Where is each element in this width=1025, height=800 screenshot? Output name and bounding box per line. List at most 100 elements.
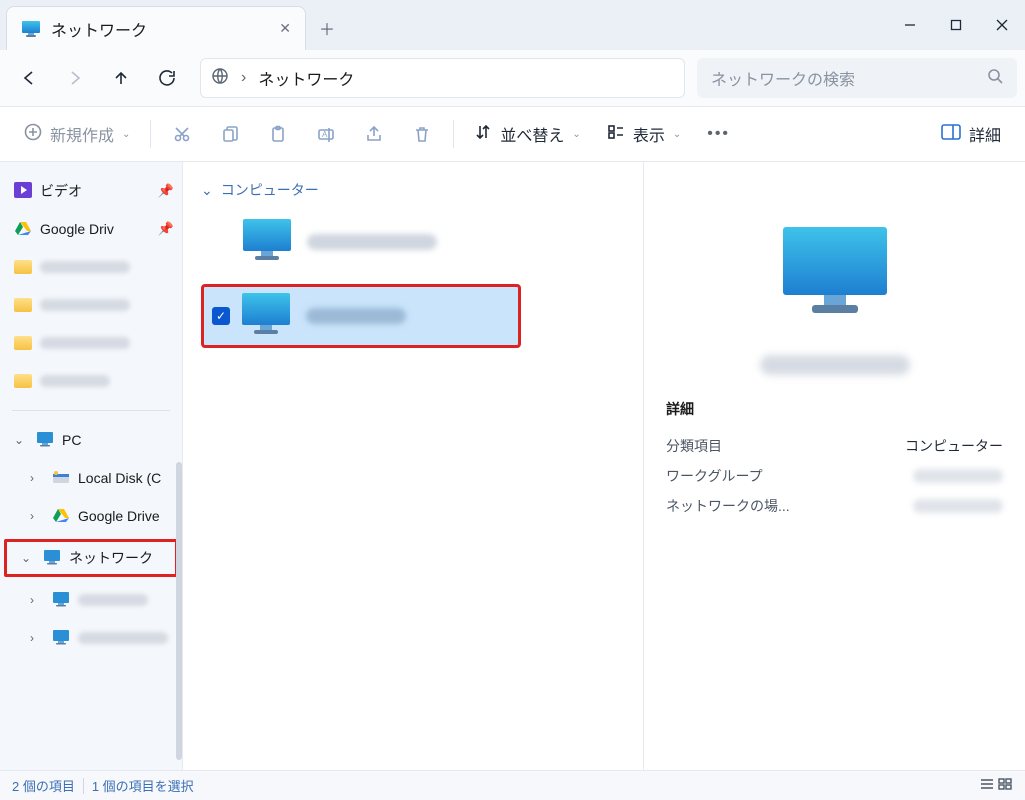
plus-circle-icon [24,123,42,146]
detail-label: 分類項目 [666,436,722,456]
rename-button[interactable]: A [303,114,349,154]
chevron-down-icon: ⌄ [201,182,213,199]
chevron-down-icon[interactable]: ⌄ [14,433,28,447]
computer-item-selected[interactable]: ✓ [201,284,521,348]
globe-icon [211,67,229,90]
sort-label: 並べ替え [500,122,564,146]
title-bar: ネットワーク ✕ ＋ [0,0,1025,50]
sidebar-item-local-disk[interactable]: › Local Disk (C [0,459,182,497]
details-label: 詳細 [969,122,1001,146]
sidebar-item-label: ネットワーク [69,548,153,568]
maximize-button[interactable] [933,0,979,50]
detail-row-workgroup: ワークグループ [666,461,1003,491]
minimize-button[interactable] [887,0,933,50]
sidebar-item-gdrive[interactable]: › Google Drive [0,497,182,535]
new-tab-button[interactable]: ＋ [306,6,348,50]
search-icon [987,68,1003,89]
sidebar-item-network-pc[interactable]: › [0,619,182,657]
window-controls [887,0,1025,50]
paste-button[interactable] [255,114,301,154]
group-label: コンピューター [221,180,319,200]
new-button[interactable]: 新規作成 ⌄ [12,114,142,154]
redacted-value [913,469,1003,483]
sort-icon [474,123,492,146]
pin-icon[interactable]: 📌 [158,221,174,237]
details-pane-button[interactable]: 詳細 [929,114,1013,154]
sidebar-item-network[interactable]: ⌄ ネットワーク [4,539,178,577]
chevron-right-icon[interactable]: › [30,509,44,523]
chevron-down-icon[interactable]: ⌄ [21,551,35,565]
scrollbar[interactable] [176,462,182,760]
chevron-right-icon[interactable]: › [30,593,44,607]
chevron-right-icon[interactable]: › [241,69,246,87]
sort-button[interactable]: 並べ替え ⌄ [462,114,592,154]
view-label: 表示 [633,122,665,146]
gdrive-icon [14,220,32,239]
sidebar-item-network-pc[interactable]: › [0,581,182,619]
nav-bar: › ネットワーク ネットワークの検索 [0,50,1025,106]
pin-icon[interactable]: 📌 [158,183,174,199]
more-button[interactable]: ••• [695,114,742,154]
group-header-computers[interactable]: ⌄ コンピューター [201,180,625,200]
checkbox-checked-icon[interactable]: ✓ [212,307,230,325]
status-item-count: 2 個の項目 [12,776,75,795]
view-button[interactable]: 表示 ⌄ [595,114,693,154]
content-area: ⌄ コンピューター ✓ [183,162,643,770]
computer-item[interactable] [201,210,625,274]
close-window-button[interactable] [979,0,1025,50]
folder-icon [14,374,32,388]
sidebar-item-label: Google Drive [78,508,160,524]
tab-network[interactable]: ネットワーク ✕ [6,6,306,50]
sidebar-item-label: PC [62,432,81,448]
status-selected-count: 1 個の項目を選択 [92,776,194,795]
close-icon[interactable]: ✕ [279,20,291,37]
body: ビデオ 📌 Google Driv 📌 ⌄ PC [0,162,1025,770]
view-mode-toggle [979,777,1013,794]
redacted-label [306,308,406,324]
share-button[interactable] [351,114,397,154]
separator [453,120,454,148]
chevron-down-icon: ⌄ [122,129,130,140]
sidebar-item-folder[interactable] [0,324,182,362]
separator [83,778,84,794]
sidebar-item-folder[interactable] [0,362,182,400]
sidebar-item-gdrive-quick[interactable]: Google Driv 📌 [0,210,182,248]
monitor-icon [21,20,41,38]
disk-icon [52,470,70,487]
chevron-right-icon[interactable]: › [30,631,44,645]
sidebar-item-videos[interactable]: ビデオ 📌 [0,172,182,210]
monitor-icon [52,629,70,648]
address-bar[interactable]: › ネットワーク [200,58,685,98]
search-input[interactable]: ネットワークの検索 [697,58,1017,98]
folder-icon [14,260,32,274]
details-pane-icon [941,124,961,145]
cut-button[interactable] [159,114,205,154]
chevron-right-icon[interactable]: › [30,471,44,485]
sidebar-item-folder[interactable] [0,286,182,324]
detail-row-netloc: ネットワークの場... [666,491,1003,521]
tab-title: ネットワーク [51,17,147,41]
redacted-title [760,355,910,375]
refresh-button[interactable] [146,58,188,98]
back-button[interactable] [8,58,50,98]
forward-button[interactable] [54,58,96,98]
separator [150,120,151,148]
folder-icon [14,336,32,350]
details-view-button[interactable] [979,777,995,794]
svg-text:A: A [322,130,328,139]
delete-button[interactable] [399,114,445,154]
monitor-icon [241,217,293,268]
sidebar-item-folder[interactable] [0,248,182,286]
toolbar: 新規作成 ⌄ A 並べ替え ⌄ 表示 ⌄ ••• 詳細 [0,106,1025,162]
chevron-down-icon: ⌄ [673,129,681,140]
video-icon [14,182,32,201]
sidebar-item-pc[interactable]: ⌄ PC [0,421,182,459]
ellipsis-icon: ••• [707,125,730,143]
status-bar: 2 個の項目 1 個の項目を選択 [0,770,1025,800]
thumbnails-view-button[interactable] [997,777,1013,794]
up-button[interactable] [100,58,142,98]
copy-button[interactable] [207,114,253,154]
detail-label: ネットワークの場... [666,496,790,516]
redacted-label [78,594,148,606]
address-text: ネットワーク [258,66,354,90]
